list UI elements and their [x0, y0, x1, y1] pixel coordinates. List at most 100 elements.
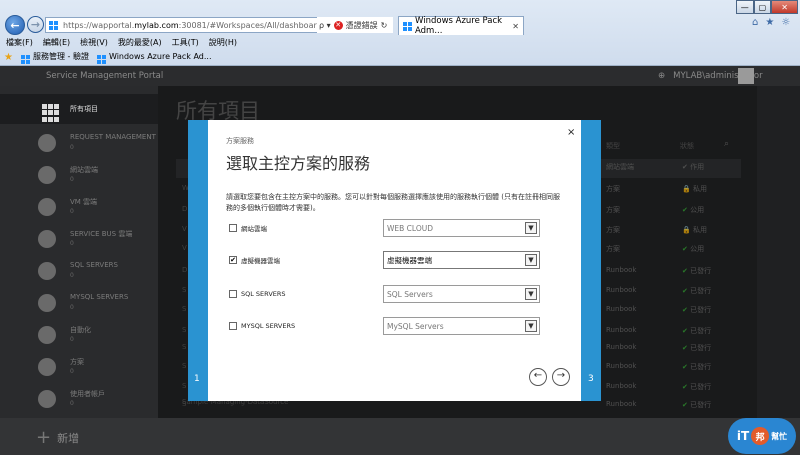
option-vm-cloud[interactable]: ✔ 虛擬機器雲端	[229, 251, 280, 269]
settings-gear-icon[interactable]: ☼	[781, 17, 790, 28]
menu-bar: 檔案(F) 編輯(E) 檢視(V) 我的最愛(A) 工具(T) 說明(H)	[0, 36, 800, 49]
dialog-left-band	[188, 120, 208, 401]
menu-edit[interactable]: 編輯(E)	[43, 37, 70, 48]
chevron-down-icon[interactable]: ▼	[525, 288, 537, 300]
sidebar-item-label: REQUEST MANAGEMENT	[70, 133, 156, 141]
sidebar-item-label: SQL SERVERS	[70, 261, 118, 269]
command-bar	[0, 418, 800, 455]
windows-logo-icon	[20, 55, 30, 64]
sidebar-item-service-bus[interactable]: SERVICE BUS 雲端 0	[0, 224, 158, 254]
sidebar-item-web-cloud[interactable]: 網站雲端 0	[0, 160, 158, 190]
window-controls: — ▢ ✕	[736, 0, 799, 14]
sidebar-item-request-management[interactable]: REQUEST MANAGEMENT 0	[0, 128, 158, 158]
option-mysql-servers[interactable]: MYSQL SERVERS	[229, 317, 295, 335]
menu-tools[interactable]: 工具(T)	[172, 37, 199, 48]
select-value: WEB CLOUD	[387, 223, 433, 233]
vm-cloud-select[interactable]: 虛擬機器雲端 ▼	[383, 251, 540, 269]
sql-servers-checkbox[interactable]	[229, 290, 237, 298]
option-web-cloud[interactable]: 網站雲端	[229, 219, 267, 237]
favorites-bar: ★ 服務管理 - 驗證 Windows Azure Pack Ad...	[0, 50, 800, 65]
forward-button[interactable]: →	[27, 16, 44, 33]
menu-help[interactable]: 說明(H)	[209, 37, 237, 48]
windows-logo-icon	[96, 54, 106, 64]
sidebar-item-sql-servers[interactable]: SQL SERVERS 0	[0, 256, 158, 286]
next-button[interactable]: →	[552, 368, 570, 386]
service-bus-icon	[38, 230, 56, 248]
option-label: 虛擬機器雲端	[241, 257, 280, 265]
favorite-link[interactable]: 服務管理 - 驗證	[20, 51, 89, 64]
search-icon[interactable]: ρ ▾	[319, 21, 331, 30]
option-sql-servers[interactable]: SQL SERVERS	[229, 285, 286, 303]
sidebar-item-user-accounts[interactable]: 使用者帳戶 0	[0, 384, 158, 414]
chevron-down-icon[interactable]: ▼	[525, 222, 537, 234]
address-bar-actions: ρ ▾ ✕ 憑證錯誤 ↻	[317, 17, 393, 33]
sidebar-item-count: 0	[70, 208, 74, 215]
tab-title: Windows Azure Pack Adm...	[415, 16, 503, 36]
sidebar-item-automation[interactable]: 自動化 0	[0, 320, 158, 350]
request-icon	[38, 134, 56, 152]
step-number-left: 1	[194, 374, 200, 384]
option-label: SQL SERVERS	[241, 290, 286, 298]
menu-file[interactable]: 檔案(F)	[6, 37, 33, 48]
watermark-text: 幫忙	[771, 431, 788, 441]
avatar[interactable]	[738, 68, 754, 84]
dialog-title: 選取主控方案的服務	[226, 154, 371, 173]
sidebar-item-label: 網站雲端	[70, 166, 98, 174]
sidebar-item-label: 自動化	[70, 326, 91, 334]
previous-button[interactable]: ←	[529, 368, 547, 386]
sidebar-item-mysql-servers[interactable]: MYSQL SERVERS 0	[0, 288, 158, 318]
mysql-servers-select[interactable]: MySQL Servers ▼	[383, 317, 540, 335]
tab-close-icon[interactable]: ✕	[512, 22, 519, 31]
back-button[interactable]: ←	[5, 15, 25, 35]
gear-icon	[38, 326, 56, 344]
sql-icon	[38, 262, 56, 280]
sidebar-item-count: 0	[70, 304, 74, 311]
chevron-down-icon[interactable]: ▼	[525, 320, 537, 332]
url-host: mylab.com	[134, 20, 179, 30]
sidebar-item-label: SERVICE BUS 雲端	[70, 230, 133, 238]
sidebar-item-label: MYSQL SERVERS	[70, 293, 129, 301]
favorites-star-icon[interactable]: ★	[4, 52, 13, 63]
favorites-icon[interactable]: ★	[765, 17, 774, 28]
refresh-icon[interactable]: ↻	[381, 21, 388, 30]
windows-logo-icon	[403, 21, 412, 31]
sidebar-item-count: 0	[70, 368, 74, 375]
url-rest: :30081/#Workspaces/All/dashboard	[178, 20, 322, 30]
close-window-button[interactable]: ✕	[771, 0, 799, 14]
close-icon[interactable]: ×	[567, 127, 575, 138]
watermark-text: iT	[736, 429, 750, 443]
sql-servers-select[interactable]: SQL Servers ▼	[383, 285, 540, 303]
maximize-button[interactable]: ▢	[753, 0, 772, 14]
menu-favorites[interactable]: 我的最愛(A)	[118, 37, 162, 48]
url-prefix: https://wapportal.	[63, 20, 135, 30]
chevron-down-icon[interactable]: ▼	[525, 254, 537, 266]
favorite-link-label: 服務管理 - 驗證	[32, 52, 89, 61]
sidebar-item-plans[interactable]: 方案 0	[0, 352, 158, 382]
web-cloud-select[interactable]: WEB CLOUD ▼	[383, 219, 540, 237]
sidebar-item-count: 0	[70, 272, 74, 279]
menu-view[interactable]: 檢視(V)	[80, 37, 108, 48]
select-value: MySQL Servers	[387, 321, 444, 331]
brand-title[interactable]: Service Management Portal	[46, 71, 163, 81]
vm-cloud-checkbox[interactable]: ✔	[229, 256, 237, 264]
list-icon	[38, 358, 56, 376]
select-value: SQL Servers	[387, 289, 433, 299]
mysql-icon	[38, 294, 56, 312]
home-icon[interactable]: ⌂	[752, 17, 758, 28]
cert-error-label[interactable]: 憑證錯誤	[346, 20, 378, 31]
sidebar-item-count: 0	[70, 240, 74, 247]
browser-tools: ⌂ ★ ☼	[752, 17, 790, 28]
sidebar-item-count: 0	[70, 176, 74, 183]
web-cloud-checkbox[interactable]	[229, 224, 237, 232]
cert-error-icon[interactable]: ✕	[333, 20, 343, 30]
sidebar-item-vm-cloud[interactable]: VM 雲端 0	[0, 192, 158, 222]
add-button[interactable]: + 新增	[36, 427, 79, 448]
minimize-button[interactable]: —	[736, 0, 754, 14]
favorite-link[interactable]: Windows Azure Pack Ad...	[96, 52, 212, 64]
sidebar-item-all[interactable]: 所有項目	[0, 94, 158, 124]
portal-header: Service Management Portal ⊕ MYLAB\admini…	[0, 66, 800, 86]
user-icon	[38, 390, 56, 408]
mysql-servers-checkbox[interactable]	[229, 322, 237, 330]
globe-icon[interactable]: ⊕	[658, 71, 665, 81]
browser-tab[interactable]: Windows Azure Pack Adm... ✕	[398, 16, 524, 36]
